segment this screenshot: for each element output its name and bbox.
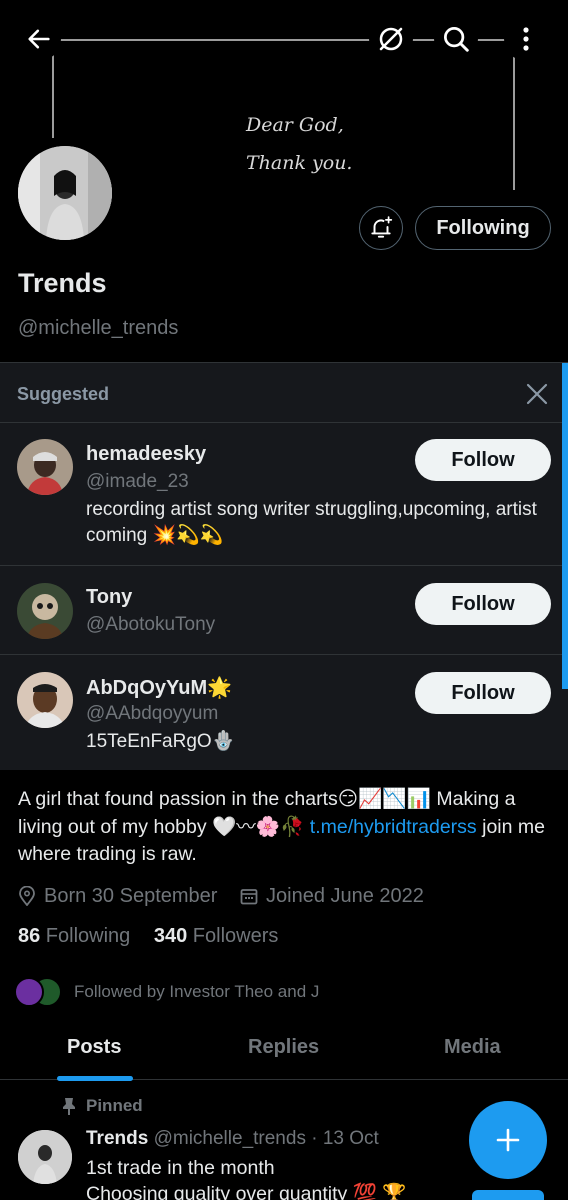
- profile-avatar[interactable]: [14, 142, 116, 244]
- avatar: [14, 977, 44, 1007]
- avatar-photo: [17, 672, 73, 728]
- suggested-user-bio: 15TeEnFaRgO🪬: [86, 731, 236, 752]
- profile-tabs: Posts Replies Media: [0, 1022, 568, 1081]
- compose-button[interactable]: [469, 1101, 547, 1179]
- followers-count: 340: [153, 925, 188, 947]
- more-options-button[interactable]: [504, 17, 548, 61]
- bottom-button-peek[interactable]: [472, 1190, 544, 1200]
- suggested-title: Suggested: [17, 384, 110, 404]
- post-header: Trends @michelle_trends · 13 Oct: [86, 1128, 379, 1150]
- active-tab-indicator: [57, 1076, 133, 1081]
- following-count-label: Following: [40, 925, 131, 947]
- suggested-user-bio: recording artist song writer struggling,…: [86, 499, 537, 546]
- suggested-user-row[interactable]: AbDqOyYuM🌟 @AAbdqoyyum 15TeEnFaRgO🪬 Foll…: [0, 654, 562, 771]
- post-author-name[interactable]: Trends: [86, 1128, 148, 1149]
- profile-handle: @michelle_trends: [18, 317, 179, 339]
- bio-link[interactable]: t.me/hybridtraderss: [310, 816, 477, 838]
- avatar[interactable]: [17, 672, 73, 728]
- follow-button[interactable]: Follow: [415, 583, 551, 625]
- avatar-photo: [18, 146, 112, 240]
- suggested-user-row[interactable]: Tony @AbotokuTony Follow: [0, 565, 562, 654]
- notify-button[interactable]: [359, 206, 403, 250]
- search-button[interactable]: [434, 17, 478, 61]
- post-body[interactable]: 1st trade in the month Choosing quality …: [86, 1155, 407, 1200]
- tab-replies[interactable]: Replies: [248, 1036, 319, 1059]
- scrollbar[interactable]: [562, 363, 568, 689]
- bell-plus-icon: [371, 216, 393, 238]
- banner-text-line2: Thank you.: [246, 152, 353, 174]
- close-icon: [526, 383, 548, 405]
- following-count: 86: [18, 925, 41, 947]
- profile-display-name: Trends: [18, 268, 107, 298]
- joined-text: Joined June 2022: [266, 884, 424, 907]
- post-avatar[interactable]: [18, 1130, 72, 1184]
- more-vertical-icon: [523, 27, 529, 51]
- no-signal-icon: [379, 27, 403, 51]
- back-arrow-icon: [28, 29, 50, 49]
- suggested-user-name[interactable]: AbDqOyYuM🌟: [86, 675, 232, 700]
- suggested-user-handle: @AAbdqoyyum: [86, 703, 219, 724]
- birthday-text: Born 30 September: [44, 884, 218, 907]
- back-button[interactable]: [17, 17, 61, 61]
- follow-counts: 86 Following 340 Followers: [18, 925, 278, 948]
- suggested-user-handle: @imade_23: [86, 471, 189, 492]
- avatar-photo: [18, 1130, 72, 1184]
- followers-count-label: Followers: [187, 925, 279, 947]
- suggested-user-row[interactable]: hemadeesky @imade_23 recording artist so…: [0, 422, 562, 565]
- close-suggested-button[interactable]: [522, 379, 552, 409]
- no-notifications-button[interactable]: [369, 17, 413, 61]
- following-count-link[interactable]: 86 Following: [18, 925, 130, 947]
- birthday-info: Born 30 September: [18, 882, 217, 910]
- suggested-user-name[interactable]: hemadeesky: [86, 443, 206, 466]
- joined-info: Joined June 2022: [240, 882, 424, 910]
- follow-button[interactable]: Follow: [415, 439, 551, 481]
- tab-media[interactable]: Media: [444, 1036, 501, 1059]
- follow-button[interactable]: Follow: [415, 672, 551, 714]
- calendar-icon: [240, 889, 258, 905]
- suggested-panel: Suggested hemadeesky @imade_23 recording…: [0, 362, 568, 770]
- post-meta: @michelle_trends · 13 Oct: [148, 1128, 379, 1149]
- banner-text-line1: Dear God,: [246, 114, 344, 136]
- location-icon: [19, 886, 35, 906]
- search-icon: [444, 27, 469, 52]
- avatar[interactable]: [17, 439, 73, 495]
- avatar-photo: [17, 583, 73, 639]
- avatar[interactable]: [17, 583, 73, 639]
- pin-icon: [63, 1098, 75, 1115]
- suggested-user-name[interactable]: Tony: [86, 586, 132, 609]
- avatar-photo: [17, 439, 73, 495]
- tab-posts[interactable]: Posts: [67, 1036, 121, 1059]
- followed-by[interactable]: Followed by Investor Theo and J: [14, 975, 319, 1009]
- profile-bio: A girl that found passion in the charts😏…: [18, 786, 553, 869]
- followed-by-text: Followed by Investor Theo and J: [74, 982, 320, 1001]
- post-line: 1st trade in the month: [86, 1157, 275, 1179]
- pinned-text: Pinned: [86, 1096, 143, 1115]
- pinned-label: Pinned: [52, 1094, 143, 1118]
- plus-icon: [496, 1128, 520, 1152]
- following-button[interactable]: Following: [415, 206, 551, 250]
- followers-count-link[interactable]: 340 Followers: [154, 925, 279, 947]
- post-line: Choosing quality over quantity 💯 🏆: [86, 1183, 407, 1200]
- suggested-user-handle: @AbotokuTony: [86, 614, 216, 635]
